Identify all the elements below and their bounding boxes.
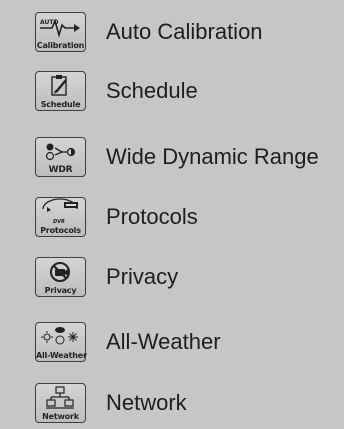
menu-item-label: Auto Calibration — [106, 19, 263, 44]
menu-item-network[interactable]: Network Network — [35, 383, 187, 423]
menu-item-protocols[interactable]: DVR Protocols Protocols — [35, 197, 198, 237]
settings-menu: AUTO Calibration Auto Calibration Schedu… — [0, 0, 344, 429]
privacy-icon: Privacy — [35, 257, 86, 297]
menu-item-label: Network — [106, 390, 187, 415]
schedule-icon: Schedule — [35, 71, 86, 111]
menu-item-wide-dynamic-range[interactable]: WDR Wide Dynamic Range — [35, 137, 319, 177]
menu-item-label: All-Weather — [106, 329, 221, 354]
auto-calibration-icon: AUTO Calibration — [35, 12, 86, 52]
menu-item-schedule[interactable]: Schedule Schedule — [35, 71, 198, 111]
menu-item-label: Privacy — [106, 264, 179, 289]
network-icon: Network — [35, 383, 86, 423]
all-weather-icon: All-Weather — [35, 322, 87, 362]
menu-item-label: Protocols — [106, 204, 198, 229]
menu-item-label: Schedule — [106, 78, 198, 103]
wdr-icon: WDR — [35, 137, 86, 177]
svg-text:DVR: DVR — [53, 219, 65, 225]
menu-item-privacy[interactable]: Privacy Privacy — [35, 257, 178, 297]
menu-item-auto-calibration[interactable]: AUTO Calibration Auto Calibration — [35, 12, 263, 52]
protocols-icon: DVR Protocols — [35, 197, 86, 237]
menu-item-label: Wide Dynamic Range — [106, 144, 319, 169]
menu-item-all-weather[interactable]: All-Weather All-Weather — [35, 322, 221, 362]
